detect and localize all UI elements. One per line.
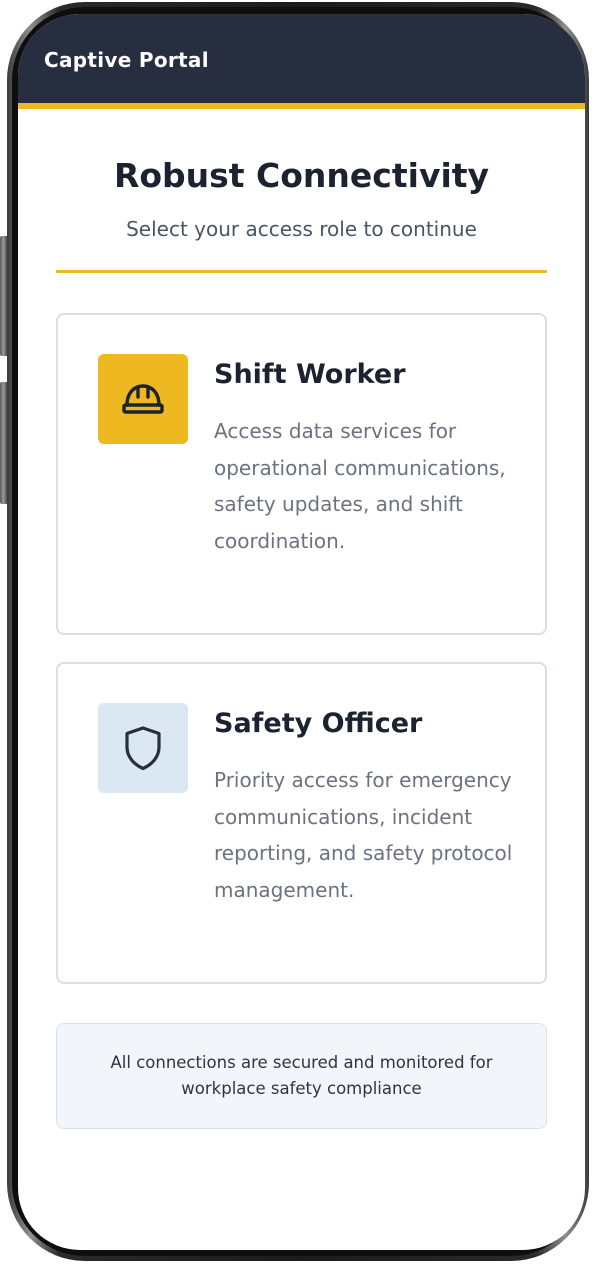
role-title: Safety Officer (214, 708, 423, 739)
screen: Captive Portal Robust Connectivity Selec… (18, 14, 585, 1250)
role-description: Priority access for emergency communicat… (214, 768, 513, 902)
role-title: Shift Worker (214, 359, 406, 390)
page-subtitle: Select your access role to continue (126, 217, 477, 241)
app-header: Captive Portal (18, 14, 585, 109)
title-divider (56, 270, 547, 273)
security-notice: All connections are secured and monitore… (56, 1023, 547, 1129)
header-title: Captive Portal (44, 48, 209, 72)
volume-down-button (0, 382, 7, 504)
role-description: Access data services for operational com… (214, 419, 506, 553)
shield-icon (98, 703, 188, 793)
security-notice-text: All connections are secured and monitore… (110, 1053, 493, 1098)
role-card-safety-officer[interactable]: Safety Officer Priority access for emerg… (56, 662, 547, 984)
hard-hat-icon (98, 354, 188, 444)
page-title: Robust Connectivity (113, 156, 490, 195)
role-card-shift-worker[interactable]: Shift Worker Access data services for op… (56, 313, 547, 635)
volume-up-button (0, 236, 7, 356)
